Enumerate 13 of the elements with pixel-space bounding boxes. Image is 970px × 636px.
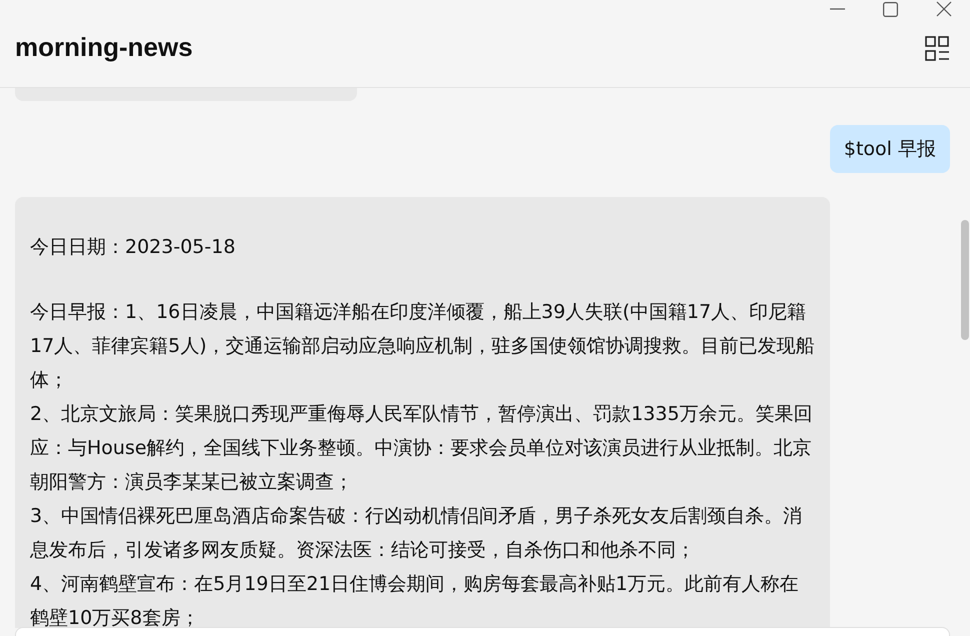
scrollbar[interactable] <box>961 220 969 340</box>
input-field[interactable] <box>15 627 950 636</box>
maximize-icon[interactable] <box>883 2 898 16</box>
message-text: 今日日期：2023-05-18 <box>30 235 236 260</box>
message-text: 4、河南鹤壁宣布：在5月19日至21日住博会期间，购房每套最高补贴1万元。此前有人称在鹤壁10万买8套房； <box>30 572 800 628</box>
minimize-icon[interactable] <box>830 8 845 10</box>
message-text: 今日早报：1、16日凌晨，中国籍远洋船在印度洋倾覆，船上39人失联(中国籍17人、印尼籍17人、菲律宾籍5人)，交通运输部启动应急响应机制，驻多国使领馆协调搜救。目前已发现船体； <box>30 300 815 393</box>
user-message: $tool 早报 <box>830 125 950 173</box>
close-icon[interactable] <box>936 1 952 17</box>
message-text: 2、北京文旅局：笑果脱口秀现严重侮辱人民军队情节，暂停演出、罚款1335万余元。笑果回应：与House解约，全国线下业务整顿。中演协：要求会员单位对该演员进行从业抵制。北京朝阳警方：演员李某某已被立案调查； <box>30 402 814 495</box>
message-text: 3、中国情侣裸死巴厘岛酒店命案告破：行凶动机情侣间矛盾，男子杀死女友后割颈自杀。消息发布后，引发诸多网友质疑。资深法医：结论可接受，自杀伤口和他杀不同； <box>30 504 804 563</box>
window-title: morning-news <box>15 31 193 64</box>
grid-menu-icon[interactable] <box>925 36 949 62</box>
